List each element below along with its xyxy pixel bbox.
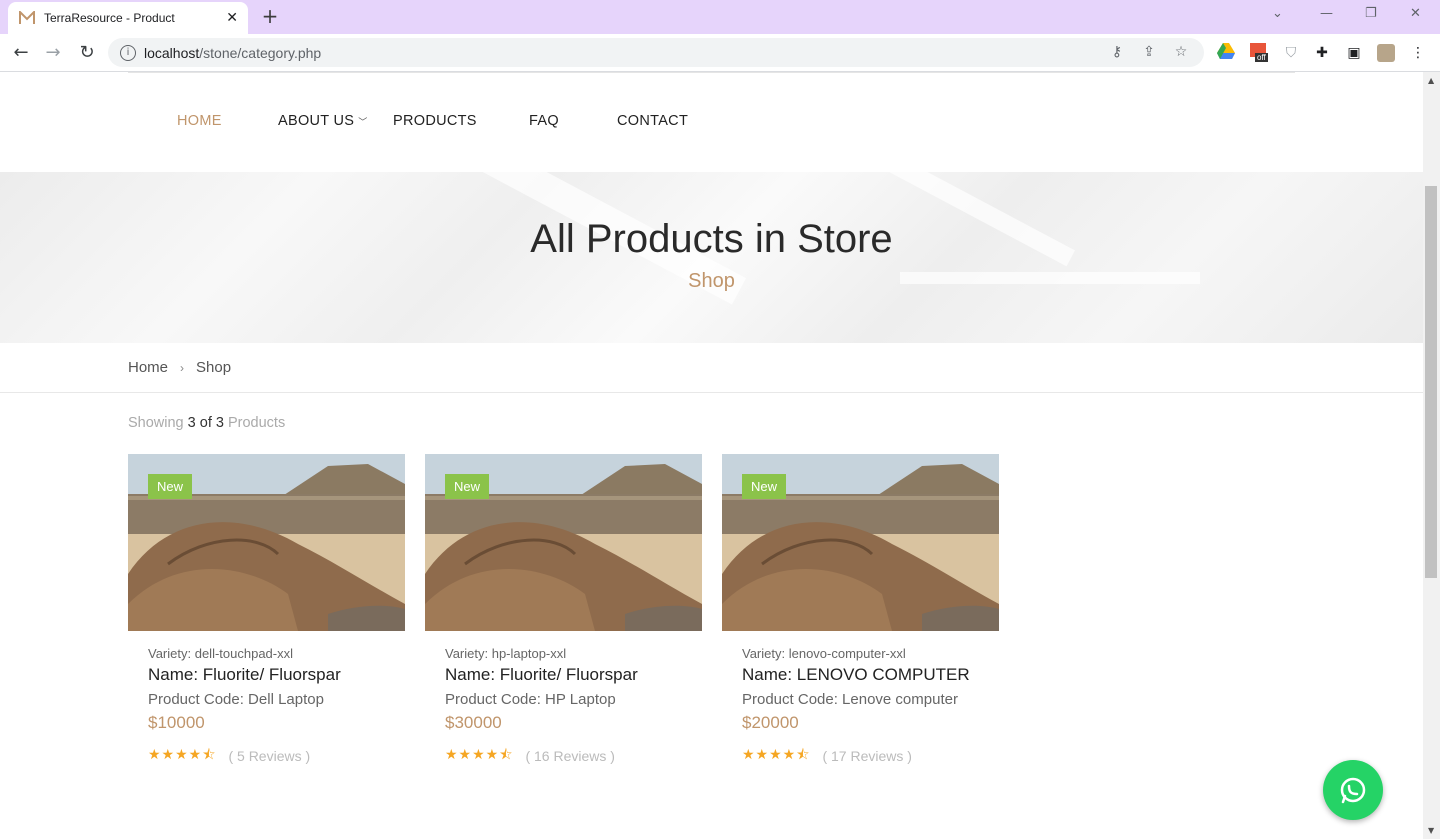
- breadcrumb-current: Shop: [196, 359, 232, 376]
- nav-products[interactable]: PRODUCTS: [393, 113, 477, 129]
- nav-contact[interactable]: CONTACT: [617, 113, 688, 129]
- product-rating: ★★★★⯪ ( 16 Reviews ): [445, 744, 615, 768]
- shield-icon[interactable]: ⛉: [1281, 43, 1301, 63]
- product-code: Product Code: HP Laptop: [445, 691, 616, 708]
- browser-menu-icon[interactable]: ⋮: [1408, 43, 1428, 63]
- product-code: Product Code: Lenove computer: [742, 691, 958, 708]
- key-icon[interactable]: ⚷: [1108, 44, 1126, 62]
- page-subtitle: Shop: [688, 270, 735, 292]
- product-image[interactable]: New: [128, 454, 405, 631]
- product-variety: Variety: hp-laptop-xxl: [445, 646, 567, 661]
- minimize-button[interactable]: —: [1320, 6, 1333, 21]
- browser-toolbar: ← → ↻ i localhost/stone/category.php ⚷ ⇪…: [0, 34, 1440, 72]
- product-rating: ★★★★⯪ ( 17 Reviews ): [742, 744, 912, 768]
- rating-stars-icon: ★★★★⯪: [445, 747, 514, 763]
- product-code: Product Code: Dell Laptop: [148, 691, 324, 708]
- browser-tab-strip: TerraResource - Product ✕ + ⌄ — ❐ ✕: [0, 0, 1440, 34]
- review-count[interactable]: ( 17 Reviews ): [822, 748, 911, 764]
- new-badge: New: [445, 474, 489, 499]
- profile-avatar[interactable]: [1376, 43, 1396, 63]
- google-drive-icon[interactable]: [1216, 43, 1236, 63]
- browser-tab[interactable]: TerraResource - Product ✕: [8, 2, 248, 34]
- breadcrumb-bar: Home › Shop: [0, 343, 1423, 393]
- rating-stars-icon: ★★★★⯪: [148, 747, 217, 763]
- nav-home[interactable]: HOME: [177, 113, 222, 129]
- new-tab-button[interactable]: +: [260, 6, 280, 26]
- restore-button[interactable]: ❐: [1365, 6, 1377, 21]
- product-price: $10000: [148, 713, 205, 732]
- review-count[interactable]: ( 16 Reviews ): [525, 748, 614, 764]
- product-card[interactable]: New Variety: hp-laptop-xxl Name: Fluorit…: [425, 454, 702, 774]
- tab-close-icon[interactable]: ✕: [226, 10, 238, 26]
- rating-stars-icon: ★★★★⯪: [742, 747, 811, 763]
- nav-about-us[interactable]: ABOUT US ﹀: [278, 113, 368, 129]
- site-logo-icon: [18, 9, 36, 27]
- forward-button[interactable]: →: [42, 42, 64, 64]
- review-count[interactable]: ( 5 Reviews ): [228, 748, 310, 764]
- whatsapp-button[interactable]: [1323, 760, 1383, 820]
- chevron-down-icon: ﹀: [358, 117, 368, 127]
- product-price: $20000: [742, 713, 799, 732]
- share-icon[interactable]: ⇪: [1140, 44, 1158, 62]
- tab-title: TerraResource - Product: [44, 11, 175, 25]
- address-bar[interactable]: i localhost/stone/category.php ⚷ ⇪ ☆: [108, 38, 1204, 67]
- results-count: Showing 3 of 3 Products: [128, 415, 286, 431]
- scroll-down-icon[interactable]: ▼: [1428, 826, 1434, 835]
- product-price: $30000: [445, 713, 502, 732]
- back-button[interactable]: ←: [10, 42, 32, 64]
- product-image[interactable]: New: [722, 454, 999, 631]
- page-title: All Products in Store: [530, 217, 893, 261]
- reload-button[interactable]: ↻: [76, 42, 98, 64]
- extension-off-icon[interactable]: off: [1250, 43, 1272, 63]
- product-name[interactable]: Name: LENOVO COMPUTER: [742, 665, 970, 685]
- tab-search-icon[interactable]: ⌄: [1272, 6, 1283, 21]
- product-variety: Variety: lenovo-computer-xxl: [742, 646, 906, 661]
- product-name[interactable]: Name: Fluorite/ Fluorspar: [445, 665, 638, 685]
- page-banner: All Products in Store Shop: [0, 172, 1423, 343]
- product-rating: ★★★★⯪ ( 5 Reviews ): [148, 744, 310, 768]
- extensions-puzzle-icon[interactable]: ✚: [1312, 43, 1332, 63]
- sidepanel-icon[interactable]: ▣: [1344, 43, 1364, 63]
- chevron-right-icon: ›: [180, 360, 185, 375]
- product-card[interactable]: New Variety: dell-touchpad-xxl Name: Flu…: [128, 454, 405, 774]
- product-name[interactable]: Name: Fluorite/ Fluorspar: [148, 665, 341, 685]
- product-variety: Variety: dell-touchpad-xxl: [148, 646, 293, 661]
- new-badge: New: [742, 474, 786, 499]
- product-card[interactable]: New Variety: lenovo-computer-xxl Name: L…: [722, 454, 999, 774]
- scrollbar-thumb[interactable]: [1425, 186, 1437, 578]
- breadcrumb-home[interactable]: Home: [128, 359, 168, 376]
- product-image[interactable]: New: [425, 454, 702, 631]
- whatsapp-icon: [1340, 777, 1366, 804]
- bookmark-star-icon[interactable]: ☆: [1172, 44, 1190, 62]
- main-nav: HOME ABOUT US ﹀ PRODUCTS FAQ CONTACT: [0, 72, 1423, 172]
- scroll-up-icon[interactable]: ▲: [1428, 76, 1434, 85]
- site-info-icon[interactable]: i: [120, 44, 136, 61]
- breadcrumb: Home › Shop: [128, 359, 231, 376]
- page-content: HOME ABOUT US ﹀ PRODUCTS FAQ CONTACT All …: [0, 72, 1423, 839]
- url-text[interactable]: localhost/stone/category.php: [144, 45, 1108, 61]
- window-close-button[interactable]: ✕: [1410, 6, 1421, 21]
- nav-faq[interactable]: FAQ: [529, 113, 559, 129]
- new-badge: New: [148, 474, 192, 499]
